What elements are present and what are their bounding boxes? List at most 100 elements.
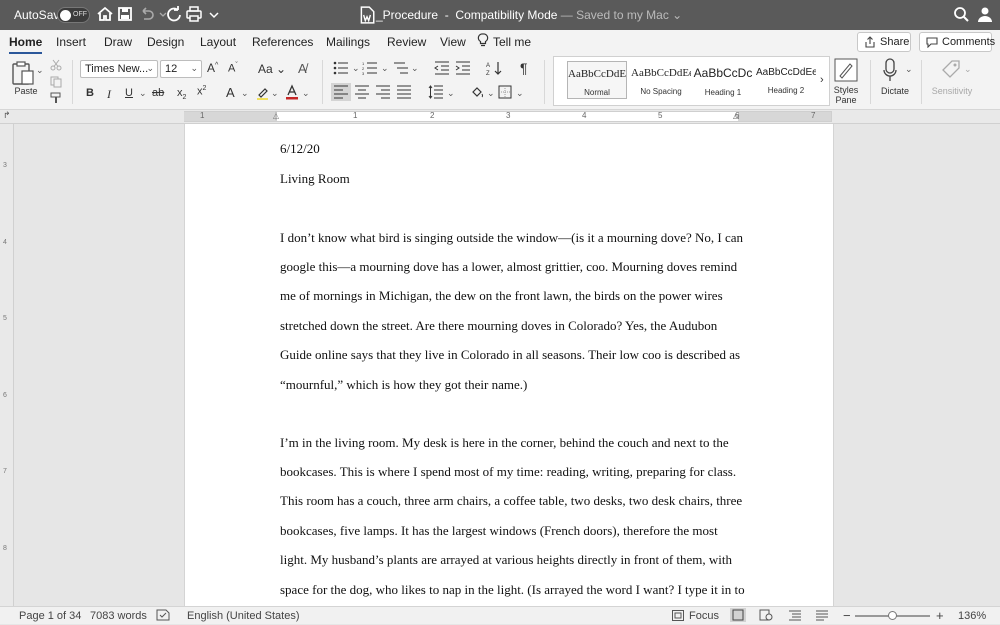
heading-line[interactable]: Living Room xyxy=(280,171,350,187)
font-name-select[interactable]: Times New... ⌄ xyxy=(80,60,158,78)
zoom-slider-handle[interactable] xyxy=(887,611,897,620)
decrease-indent-icon[interactable] xyxy=(434,61,450,75)
tab-stop-selector-icon[interactable]: ↱ xyxy=(3,110,11,121)
highlight-dropdown-icon[interactable]: ⌄ xyxy=(271,88,279,99)
tell-me-search[interactable]: Tell me xyxy=(493,35,531,49)
subscript-icon[interactable]: x2 xyxy=(177,87,186,101)
font-color-icon[interactable] xyxy=(285,84,299,100)
dictate-dropdown-icon[interactable]: ⌄ xyxy=(905,64,913,75)
underline-icon[interactable]: U xyxy=(125,87,133,99)
language[interactable]: English (United States) xyxy=(187,610,300,622)
customize-toolbar-icon[interactable] xyxy=(205,5,219,23)
tab-design[interactable]: Design xyxy=(147,35,184,49)
line-spacing-dropdown-icon[interactable]: ⌄ xyxy=(447,88,455,99)
account-icon[interactable] xyxy=(976,5,994,23)
proofing-icon[interactable] xyxy=(156,609,170,621)
microphone-icon[interactable] xyxy=(882,58,898,82)
focus-label[interactable]: Focus xyxy=(689,610,719,622)
clear-formatting-icon[interactable]: A̸ xyxy=(298,61,307,76)
italic-icon[interactable]: I xyxy=(107,87,111,102)
copy-icon[interactable] xyxy=(50,75,62,88)
numbering-icon[interactable]: 123 xyxy=(362,61,378,76)
tab-layout[interactable]: Layout xyxy=(200,35,236,49)
paste-dropdown-icon[interactable]: ⌄ xyxy=(36,65,44,76)
line-spacing-icon[interactable] xyxy=(428,85,444,99)
date-line[interactable]: 6/12/20 xyxy=(280,141,320,157)
text-effects-icon[interactable]: A xyxy=(226,85,235,100)
increase-indent-icon[interactable] xyxy=(455,61,471,75)
cut-icon[interactable] xyxy=(50,58,62,71)
grow-font-icon[interactable]: A^ xyxy=(207,61,218,75)
web-layout-icon[interactable] xyxy=(759,609,773,621)
tab-view[interactable]: View xyxy=(440,35,466,49)
shading-dropdown-icon[interactable]: ⌄ xyxy=(487,88,495,99)
align-left-icon[interactable] xyxy=(331,83,351,101)
text-effects-dropdown-icon[interactable]: ⌄ xyxy=(241,88,249,99)
style-heading-1[interactable]: AaBbCcDc Heading 1 xyxy=(693,61,753,99)
change-case-icon[interactable]: Aa ⌄ xyxy=(258,62,286,76)
shading-icon[interactable] xyxy=(470,85,484,99)
zoom-in-button[interactable]: + xyxy=(936,608,944,623)
sensitivity-dropdown-icon[interactable]: ⌄ xyxy=(964,64,972,75)
styles-pane-icon[interactable] xyxy=(834,58,858,82)
share-button[interactable]: Share xyxy=(857,32,911,52)
highlight-icon[interactable] xyxy=(256,86,269,100)
search-icon[interactable] xyxy=(952,5,970,23)
body-line[interactable]: bookcases. This is where I spend most of… xyxy=(280,464,736,480)
align-center-icon[interactable] xyxy=(354,85,370,99)
style-normal[interactable]: AaBbCcDdEe Normal xyxy=(567,61,627,99)
draft-view-icon[interactable] xyxy=(815,609,829,621)
justify-icon[interactable] xyxy=(396,85,412,99)
superscript-icon[interactable]: x2 xyxy=(197,85,206,98)
borders-dropdown-icon[interactable]: ⌄ xyxy=(516,88,524,99)
tab-home[interactable]: Home xyxy=(9,35,43,54)
body-line[interactable]: space for the dog, who likes to nap in t… xyxy=(280,582,745,598)
save-status[interactable]: — Saved to my Mac ⌄ xyxy=(561,8,682,22)
format-painter-icon[interactable] xyxy=(50,91,62,103)
body-line[interactable]: This room has a couch, three arm chairs,… xyxy=(280,493,742,509)
sort-icon[interactable]: AZ xyxy=(486,60,502,77)
multilevel-dropdown-icon[interactable]: ⌄ xyxy=(411,63,419,74)
paste-icon[interactable] xyxy=(11,60,35,86)
zoom-out-button[interactable]: − xyxy=(843,608,851,623)
strikethrough-icon[interactable]: ab xyxy=(152,87,164,99)
align-right-icon[interactable] xyxy=(375,85,391,99)
comments-button[interactable]: Comments xyxy=(919,32,995,52)
horizontal-ruler[interactable]: ↱ 1 1 2 3 4 5 6 7 ⏃ △ xyxy=(0,110,1000,124)
bullets-icon[interactable] xyxy=(333,61,349,75)
redo-icon[interactable] xyxy=(165,5,183,23)
style-heading-2[interactable]: AaBbCcDdEe Heading 2 xyxy=(756,61,816,99)
tab-insert[interactable]: Insert xyxy=(56,35,86,49)
style-no-spacing[interactable]: AaBbCcDdEe No Spacing xyxy=(631,61,691,99)
print-layout-icon[interactable] xyxy=(730,608,746,622)
body-line[interactable]: me of mornings in Michigan, the dew on t… xyxy=(280,288,723,304)
focus-icon[interactable] xyxy=(672,610,684,621)
document-page[interactable]: 6/12/20 Living Room I don’t know what bi… xyxy=(184,124,834,606)
borders-icon[interactable] xyxy=(498,85,512,99)
body-line[interactable]: “mournful,” which is how they got their … xyxy=(280,377,527,393)
show-formatting-icon[interactable]: ¶ xyxy=(520,60,528,76)
bold-icon[interactable]: B xyxy=(86,87,94,99)
page-count[interactable]: Page 1 of 34 xyxy=(19,610,81,622)
save-icon[interactable] xyxy=(116,5,134,23)
multilevel-list-icon[interactable] xyxy=(393,61,409,75)
font-color-dropdown-icon[interactable]: ⌄ xyxy=(302,88,310,99)
numbering-dropdown-icon[interactable]: ⌄ xyxy=(381,63,389,74)
font-size-select[interactable]: 12 ⌄ xyxy=(160,60,202,78)
home-icon[interactable] xyxy=(96,5,114,23)
right-indent-marker-icon[interactable]: △ xyxy=(733,111,739,120)
body-line[interactable]: bookcases, five lamps. It has the larges… xyxy=(280,523,718,539)
styles-more-icon[interactable]: › xyxy=(820,74,824,86)
body-line[interactable]: stretched down the street. Are there mou… xyxy=(280,318,717,334)
word-count[interactable]: 7083 words xyxy=(90,610,147,622)
sensitivity-icon[interactable] xyxy=(940,58,962,80)
body-line[interactable]: Guide online says that they live in Colo… xyxy=(280,347,740,363)
bullets-dropdown-icon[interactable]: ⌄ xyxy=(352,63,360,74)
tab-mailings[interactable]: Mailings xyxy=(326,35,370,49)
shrink-font-icon[interactable]: Aˇ xyxy=(228,62,238,75)
body-line[interactable]: google this—a mourning dove has a lower,… xyxy=(280,259,737,275)
document-area[interactable]: 6/12/20 Living Room I don’t know what bi… xyxy=(14,124,1000,606)
body-line[interactable]: I don’t know what bird is singing outsid… xyxy=(280,230,743,246)
tab-references[interactable]: References xyxy=(252,35,313,49)
print-icon[interactable] xyxy=(185,5,203,23)
